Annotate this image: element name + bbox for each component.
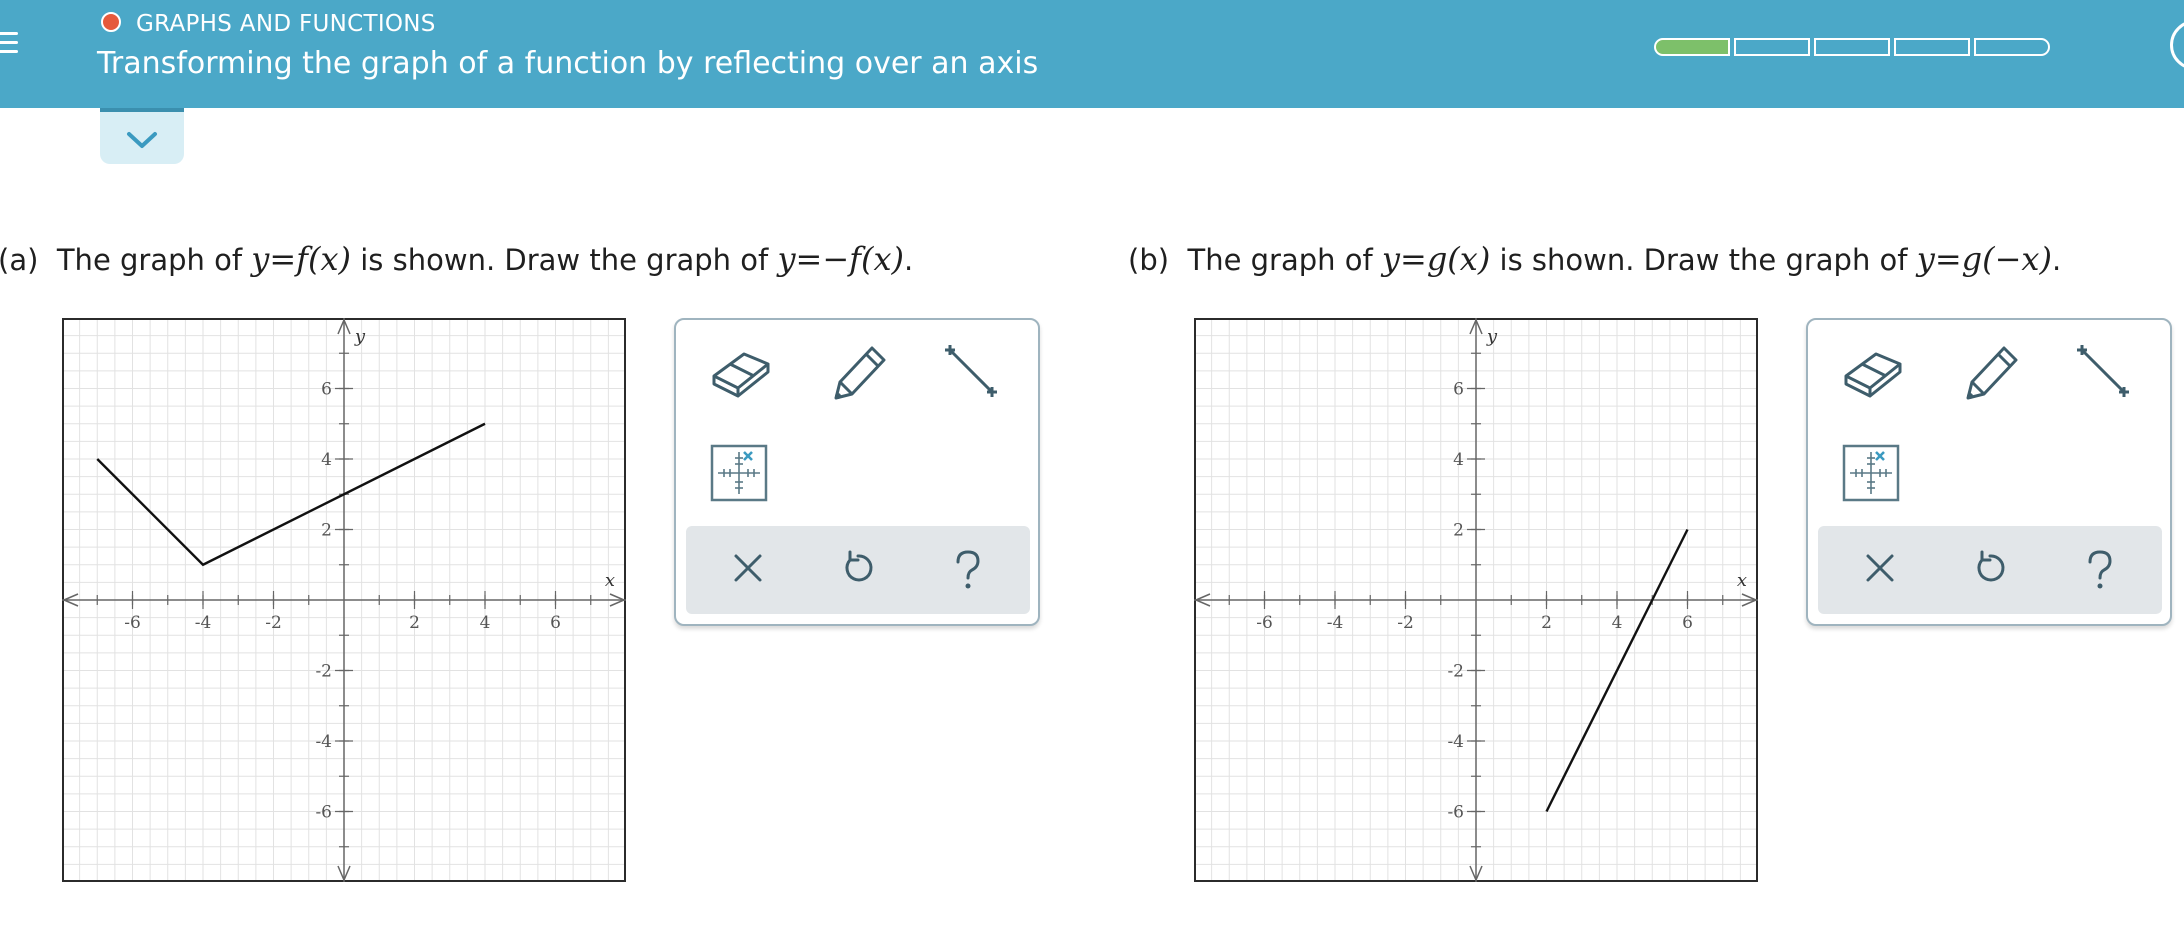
question-a-text: is shown. Draw the graph of — [360, 243, 769, 277]
question-b-target-function: y=g(−x) — [1916, 240, 2052, 278]
graph-a-y-tick-label: -4 — [315, 732, 332, 752]
graph-a-toolbox — [674, 318, 1040, 626]
progress-segment — [1974, 38, 2050, 56]
clear-icon[interactable] — [1860, 548, 1900, 588]
graph-b-y-tick-label: -4 — [1447, 732, 1464, 752]
graph-point-icon[interactable] — [1842, 444, 1900, 502]
question-a-given-function: y=f(x) — [251, 240, 352, 278]
question-a-period: . — [904, 243, 914, 277]
graph-a-y-tick-label: 2 — [321, 521, 332, 541]
pencil-icon[interactable] — [826, 338, 890, 402]
question-b-text: is shown. Draw the graph of — [1499, 243, 1908, 277]
progress-segment — [1734, 38, 1810, 56]
question-a-prompt: (a) The graph of y=f(x) is shown. Draw t… — [0, 240, 913, 278]
undo-icon[interactable] — [838, 548, 878, 588]
progress-segment — [1894, 38, 1970, 56]
help-icon[interactable] — [948, 548, 988, 592]
pencil-icon[interactable] — [1958, 338, 2022, 402]
progress-bar — [1654, 38, 2054, 56]
eraser-icon[interactable] — [710, 342, 774, 400]
graph-b-toolbox — [1806, 318, 2172, 626]
expand-header-button[interactable] — [100, 108, 184, 164]
graph-a-y-tick-label: -6 — [315, 803, 332, 823]
graph-a-y-tick-label: 6 — [321, 380, 332, 400]
graph-a-x-tick-label: 2 — [409, 613, 420, 633]
graph-a-x-tick-label: -2 — [265, 613, 282, 633]
graph-b-x-tick-label: 4 — [1612, 613, 1623, 633]
graph-b-canvas[interactable]: -6 -4 -2 2 4 6 6 4 2 -2 -4 -6 x y — [1194, 318, 1758, 882]
chevron-down-icon — [127, 132, 157, 148]
graph-b-x-tick-label: -6 — [1256, 613, 1273, 633]
graph-b-action-bar — [1818, 526, 2162, 614]
graph-a-canvas[interactable]: -6 -4 -2 2 4 6 6 4 2 -2 -4 -6 x y — [62, 318, 626, 882]
graph-b-y-tick-label: -6 — [1447, 803, 1464, 823]
question-a-text: The graph of — [56, 243, 243, 277]
graph-a-y-tick-label: -2 — [315, 662, 332, 682]
topic-status-dot — [101, 12, 121, 32]
graph-a-y-axis-label: y — [354, 326, 366, 347]
topic-label: GRAPHS AND FUNCTIONS — [136, 11, 436, 37]
progress-segment — [1814, 38, 1890, 56]
graph-point-icon[interactable] — [710, 444, 768, 502]
question-a-label: (a) — [0, 243, 39, 277]
graph-b-x-tick-label: -4 — [1327, 613, 1344, 633]
line-segment-icon[interactable] — [2076, 344, 2132, 400]
graph-a-action-bar — [686, 526, 1030, 614]
graph-b-x-tick-label: 2 — [1541, 613, 1552, 633]
question-b-period: . — [2051, 243, 2062, 277]
question-a-target-function: y=−f(x) — [777, 240, 905, 278]
graph-b-y-tick-label: 4 — [1453, 450, 1464, 470]
graph-a-x-tick-label: -6 — [124, 613, 141, 633]
help-icon[interactable] — [2080, 548, 2120, 592]
question-b-given-function: y=g(x) — [1381, 240, 1491, 278]
account-icon[interactable] — [2170, 20, 2184, 70]
clear-icon[interactable] — [728, 548, 768, 588]
line-segment-icon[interactable] — [944, 344, 1000, 400]
graph-b-x-tick-label: -2 — [1397, 613, 1414, 633]
menu-icon[interactable] — [0, 26, 18, 60]
graph-a-x-tick-label: -4 — [195, 613, 212, 633]
question-b-prompt: (b) The graph of y=g(x) is shown. Draw t… — [1128, 240, 2061, 278]
graph-a-y-tick-label: 4 — [321, 450, 332, 470]
graph-a-x-tick-label: 4 — [480, 613, 491, 633]
graph-b-y-tick-label: -2 — [1447, 662, 1464, 682]
graph-a-x-tick-label: 6 — [550, 613, 561, 633]
question-b-text: The graph of — [1187, 243, 1373, 277]
header-bar: GRAPHS AND FUNCTIONS Transforming the gr… — [0, 0, 2184, 108]
graph-a-x-axis-label: x — [605, 570, 615, 591]
eraser-icon[interactable] — [1842, 342, 1906, 400]
undo-icon[interactable] — [1970, 548, 2010, 588]
progress-segment — [1654, 38, 1730, 56]
graph-b-y-tick-label: 2 — [1453, 521, 1464, 541]
graph-b-x-tick-label: 6 — [1682, 613, 1693, 633]
question-b-label: (b) — [1128, 243, 1170, 277]
graph-b-x-axis-label: x — [1737, 570, 1747, 591]
graph-b-y-tick-label: 6 — [1453, 380, 1464, 400]
lesson-title: Transforming the graph of a function by … — [97, 46, 1039, 81]
graph-b-y-axis-label: y — [1486, 326, 1498, 347]
